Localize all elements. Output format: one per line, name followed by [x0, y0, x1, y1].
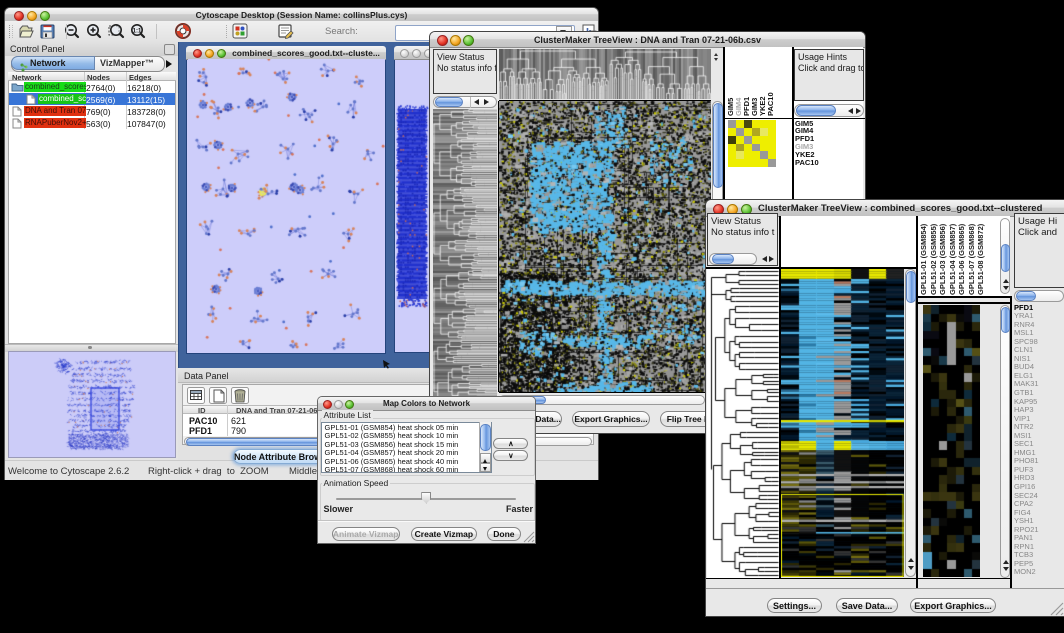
- svg-text:1:1: 1:1: [133, 29, 142, 35]
